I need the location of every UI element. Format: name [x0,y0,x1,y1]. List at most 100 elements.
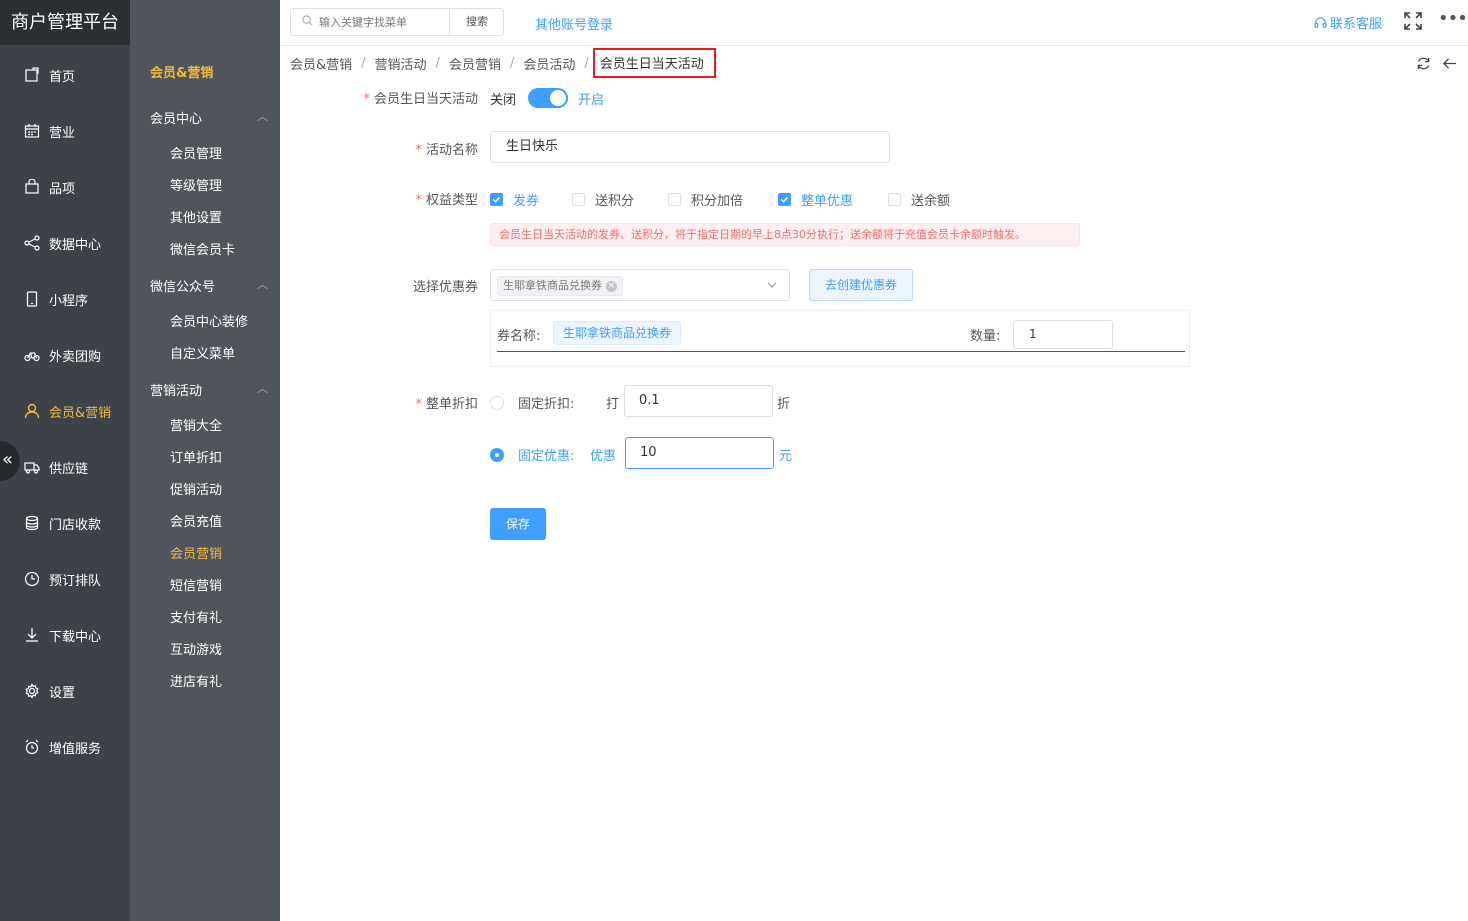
subnav-item[interactable]: 促销活动 [170,479,222,498]
radio-label: 固定优惠: [518,449,575,464]
breadcrumb-item[interactable]: 会员&营销 [290,54,352,73]
back-arrow-icon[interactable] [1442,56,1457,71]
breadcrumb-item[interactable]: 会员营销 [449,54,501,73]
discount-rate-input[interactable]: 0.1 [624,385,773,417]
switch-knob [550,90,566,106]
subnav-item[interactable]: 进店有礼 [170,671,222,690]
subnav-item[interactable]: 等级管理 [170,175,222,194]
benefit-notice: 会员生日当天活动的发券、送积分，将于指定日期的早上8点30分执行；送余额将于充值… [490,223,1080,246]
nav-label: 会员&营销 [49,405,112,421]
fullscreen-icon[interactable] [1404,12,1422,30]
checkbox-icon [888,193,901,206]
tag-label: 生耶拿铁商品兑换券 [503,279,602,292]
activity-toggle-label: * 会员生日当天活动 [363,92,478,107]
calendar-icon [23,122,41,140]
benefit-points-checkbox[interactable]: 送积分 [572,190,634,209]
chevron-up-icon: ︿ [257,382,268,395]
checkbox-icon [572,193,585,206]
coupon-name-tag: 生耶拿铁商品兑换券 [553,321,682,345]
nav-label: 首页 [49,69,76,85]
benefit-order-discount-checkbox[interactable]: 整单优惠 [778,190,853,209]
subnav-item[interactable]: 会员管理 [170,143,222,162]
subnav-item[interactable]: 营销大全 [170,415,222,434]
contact-support-link[interactable]: 联系客服 [1314,13,1382,32]
other-account-login-link[interactable]: 其他账号登录 [535,14,613,33]
more-icon[interactable]: ••• [1438,8,1468,29]
switch-on-label: 开启 [578,93,605,108]
phone-icon [23,290,41,308]
benefit-double-points-checkbox[interactable]: 积分加倍 [668,190,743,209]
fixed-rate-radio[interactable]: 固定折扣: [490,393,574,412]
fixed-amount-radio[interactable]: 固定优惠: [490,445,574,464]
subnav-item[interactable]: 支付有礼 [170,607,222,626]
checkbox-label: 发券 [513,194,540,209]
nav-item-takeout[interactable]: 外卖团购 [0,335,130,375]
subnav-item[interactable]: 订单折扣 [170,447,222,466]
headset-icon [1314,17,1327,28]
checkbox-checked-icon [490,193,503,206]
download-icon [23,626,41,644]
nav-label: 数据中心 [49,237,102,253]
discount-amount-input[interactable]: 10 [625,437,774,469]
refresh-icon[interactable] [1416,56,1431,71]
activity-name-input[interactable]: 生日快乐 [490,131,890,163]
user-icon [23,402,41,420]
checkbox-label: 积分加倍 [691,194,744,209]
amount-suffix: 元 [779,449,793,464]
order-discount-label: * 整单折扣 [415,397,478,412]
subnav-item-active[interactable]: 会员营销 [170,543,222,562]
subnav-item[interactable]: 会员充值 [170,511,222,530]
chevron-up-icon: ︿ [257,110,268,123]
breadcrumb-item[interactable]: 会员活动 [523,54,575,73]
chevron-down-icon [767,282,777,288]
nav-item-supply-chain[interactable]: 供应链 [0,447,130,487]
nav-item-settings[interactable]: 设置 [0,671,130,711]
nav-label: 预订排队 [49,573,102,589]
clock-icon [23,570,41,588]
benefit-balance-checkbox[interactable]: 送余额 [888,190,950,209]
tag-close-icon[interactable]: × [606,280,617,292]
subnav-group-wechat[interactable]: 微信公众号 ︿ [150,276,268,295]
nav-item-reservation[interactable]: 预订排队 [0,559,130,599]
activity-toggle-switch[interactable] [528,88,568,108]
coupon-select[interactable]: 生耶拿铁商品兑换券 × [490,269,790,301]
breadcrumb-item[interactable]: 营销活动 [375,54,427,73]
nav-label: 品项 [49,181,76,197]
nav-item-download[interactable]: 下载中心 [0,615,130,655]
quantity-input[interactable]: 1 [1013,320,1113,349]
nav-item-business[interactable]: 营业 [0,111,130,151]
bike-icon [23,346,41,364]
group-label: 微信公众号 [150,280,216,295]
bag-icon [23,178,41,196]
nav-item-store-payment[interactable]: 门店收款 [0,503,130,543]
search-input[interactable] [319,13,445,31]
subnav-group-marketing[interactable]: 营销活动 ︿ [150,380,268,399]
chevron-up-icon: ︿ [257,278,268,291]
benefit-coupon-checkbox[interactable]: 发券 [490,190,539,209]
nav-item-home[interactable]: 首页 [0,55,130,95]
truck-icon [23,458,41,476]
search-button[interactable]: 搜索 [449,9,504,35]
divider [497,351,1185,352]
subnav-item[interactable]: 其他设置 [170,207,222,226]
group-label: 会员中心 [150,112,203,127]
subnav-item[interactable]: 微信会员卡 [170,239,235,258]
create-coupon-button[interactable]: 去创建优惠券 [809,269,913,301]
checkbox-label: 送积分 [595,194,635,209]
save-button[interactable]: 保存 [490,508,546,540]
nav-label: 下载中心 [49,629,102,645]
nav-item-value-added[interactable]: 增值服务 [0,727,130,767]
breadcrumb-separator: / [435,55,440,71]
subnav-item[interactable]: 自定义菜单 [170,343,235,362]
nav-item-products[interactable]: 品项 [0,167,130,207]
breadcrumb: 会员&营销 / 营销活动 / 会员营销 / 会员活动 / 会员生日当天活动 [290,48,716,78]
nav-item-member-marketing[interactable]: 会员&营销 [0,391,130,431]
nav-item-data-center[interactable]: 数据中心 [0,223,130,263]
subnav-group-member-center[interactable]: 会员中心 ︿ [150,108,268,127]
nav-item-miniprogram[interactable]: 小程序 [0,279,130,319]
subnav-item[interactable]: 短信营销 [170,575,222,594]
subnav-item[interactable]: 互动游戏 [170,639,222,658]
benefit-type-label: * 权益类型 [415,193,478,208]
nav-label: 供应链 [49,461,89,477]
subnav-item[interactable]: 会员中心装修 [170,311,248,330]
